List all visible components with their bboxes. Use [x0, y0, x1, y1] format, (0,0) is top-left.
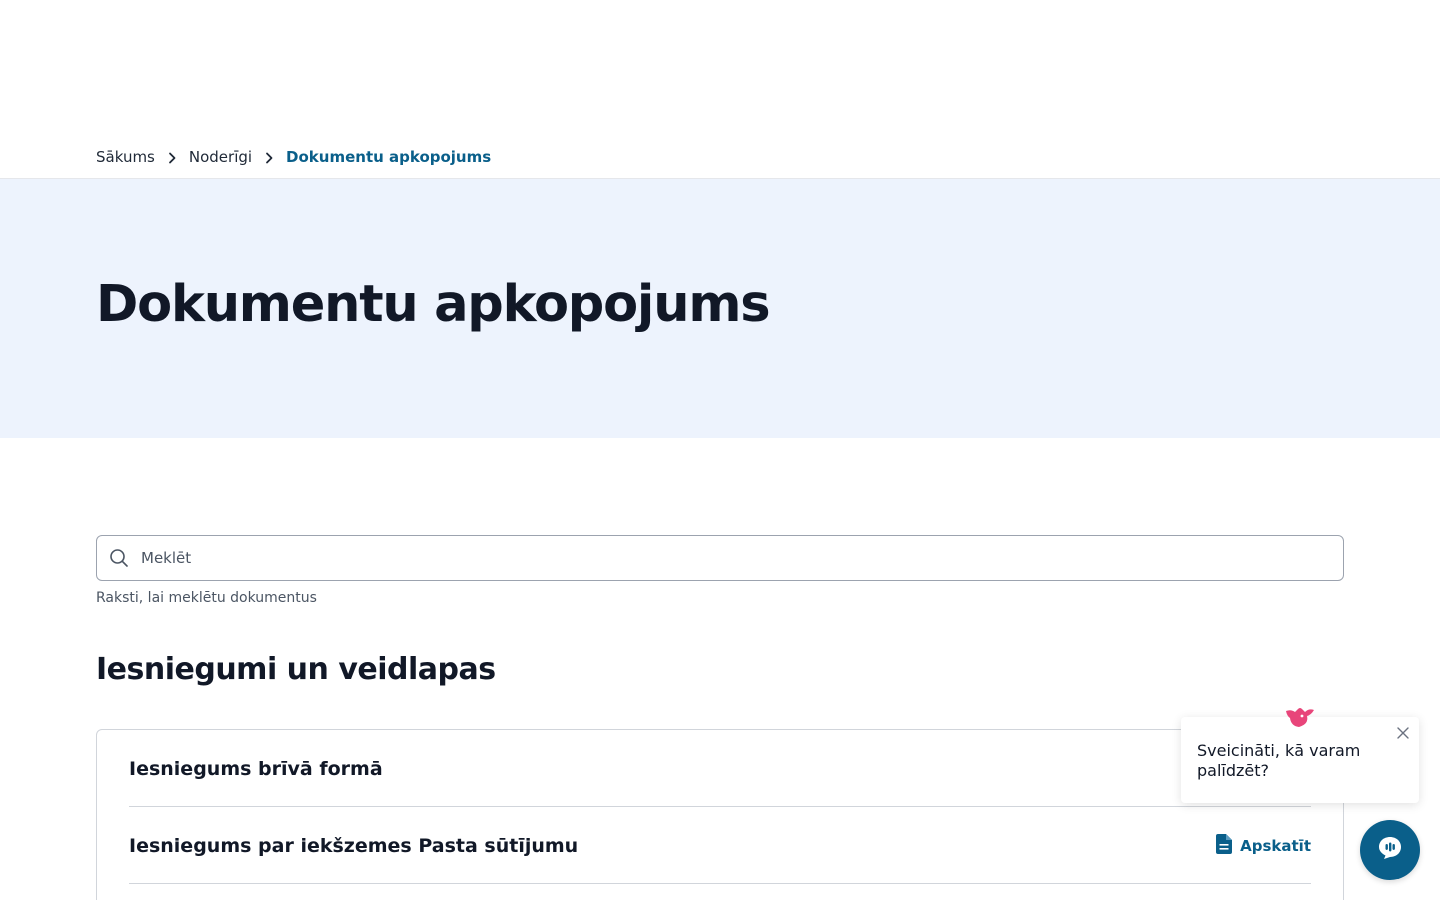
search-box — [96, 535, 1344, 581]
search-icon — [97, 548, 141, 568]
breadcrumb-current: Dokumentu apkopojums — [286, 148, 492, 166]
chat-icon — [1377, 835, 1403, 865]
list-item[interactable]: Iesniegums par iekšzemes Pasta sūtījumu … — [129, 807, 1311, 884]
chevron-right-icon — [155, 148, 189, 166]
breadcrumb-home-link[interactable]: Sākums — [96, 148, 155, 166]
view-label: Apskatīt — [1240, 836, 1311, 855]
chevron-right-icon — [252, 148, 286, 166]
section-title: Iesniegumi un veidlapas — [96, 652, 496, 687]
hero-banner: Dokumentu apkopojums — [0, 179, 1440, 438]
breadcrumb: Sākums Noderīgi Dokumentu apkopojums — [96, 145, 491, 169]
documents-list: Iesniegums brīvā formā Iesniegums par ie… — [96, 729, 1344, 900]
bird-icon — [1285, 707, 1315, 729]
top-header — [0, 0, 1440, 135]
chat-launcher-button[interactable] — [1360, 820, 1420, 880]
search-helper-text: Raksti, lai meklētu dokumentus — [96, 590, 317, 606]
close-icon[interactable] — [1395, 725, 1411, 741]
breadcrumb-parent-link[interactable]: Noderīgi — [189, 148, 252, 166]
document-icon — [1216, 833, 1233, 858]
chat-greeting-popup: Sveicināti, kā varam palīdzēt? — [1181, 708, 1419, 803]
document-title: Iesniegums par iekšzemes Pasta sūtījumu — [129, 834, 579, 857]
document-title: Iesniegums brīvā formā — [129, 757, 383, 780]
page-title: Dokumentu apkopojums — [96, 275, 771, 334]
view-document-button[interactable]: Apskatīt — [1216, 833, 1311, 858]
divider — [129, 883, 1311, 884]
chat-greeting-text: Sveicināti, kā varam palīdzēt? — [1197, 741, 1361, 780]
search-input[interactable] — [141, 549, 1321, 567]
list-item[interactable]: Iesniegums brīvā formā — [129, 730, 1311, 807]
